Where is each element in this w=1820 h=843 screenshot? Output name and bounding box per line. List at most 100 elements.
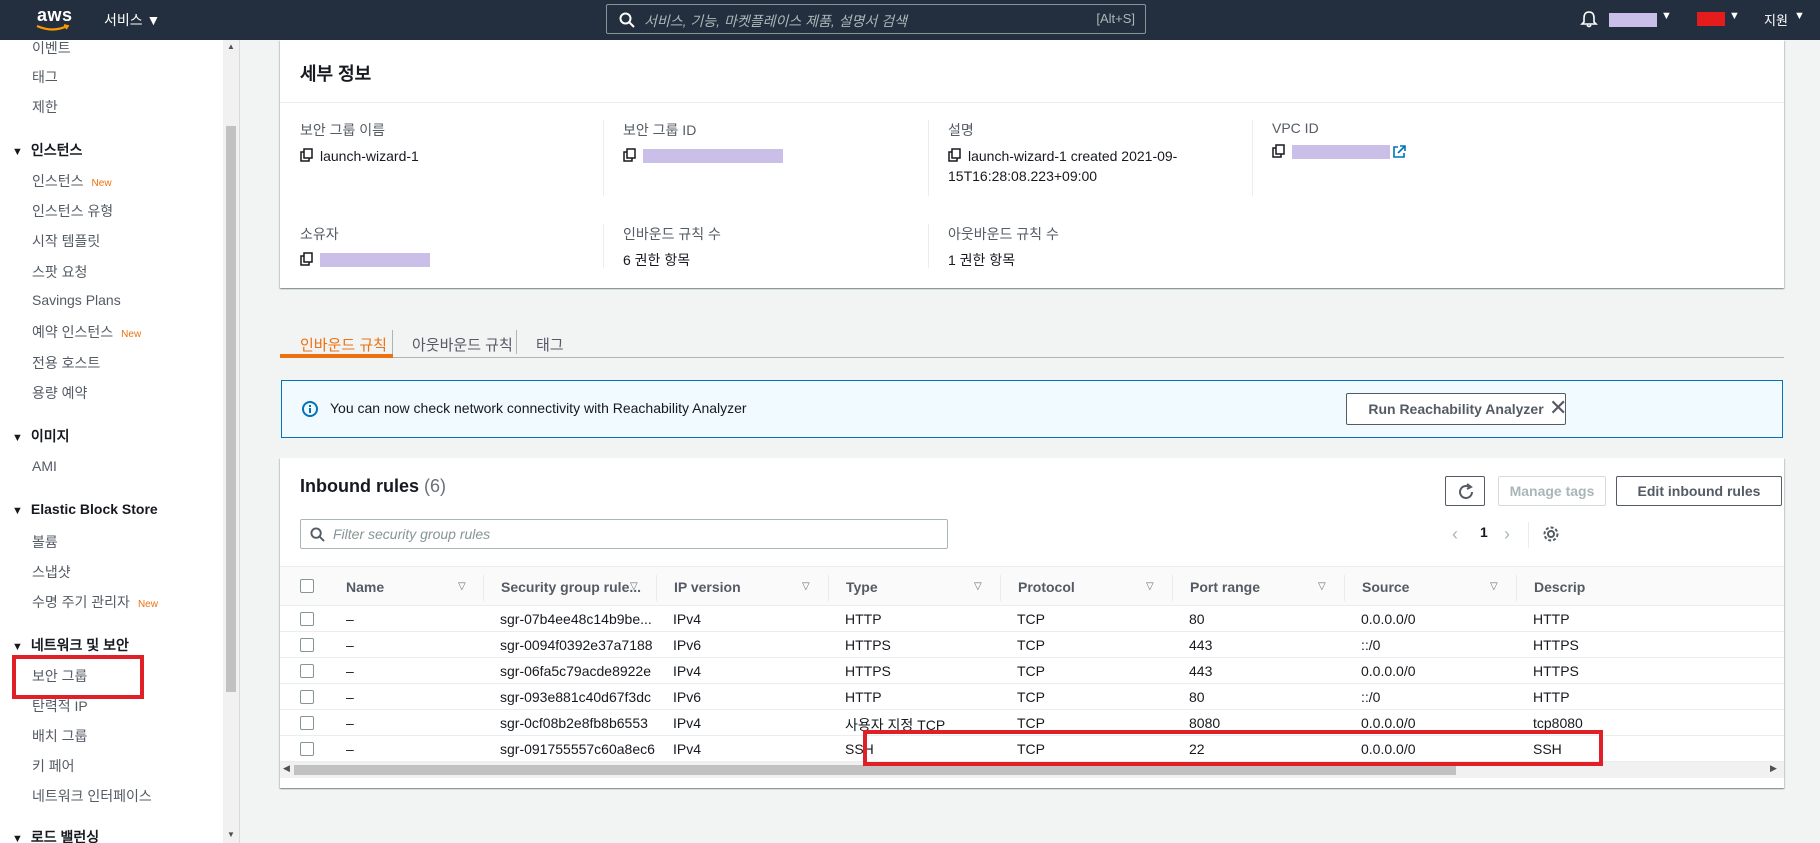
section-label: Elastic Block Store [30, 501, 158, 517]
gear-icon[interactable] [1542, 525, 1560, 543]
row-checkbox[interactable] [300, 664, 314, 678]
cell-rule-id[interactable]: sgr-0094f0392e37a7188 [500, 637, 653, 653]
table-row[interactable]: – sgr-091755557c60a8ec6 IPv4 SSH TCP 22 … [280, 736, 1784, 762]
support-menu[interactable]: 지원 [1764, 10, 1788, 29]
vpc-id-redacted[interactable] [1292, 145, 1390, 159]
sidebar-item-network-interfaces[interactable]: 네트워크 인터페이스 [32, 786, 152, 806]
page-number[interactable]: 1 [1480, 524, 1488, 540]
sidebar-section-network-security[interactable]: ▼ 네트워크 및 보안 [12, 635, 129, 655]
cell-type: HTTPS [845, 637, 891, 653]
column-header-rule-id[interactable]: Security group rule... [501, 579, 641, 595]
column-header-protocol[interactable]: Protocol [1018, 579, 1075, 595]
row-checkbox[interactable] [300, 638, 314, 652]
sidebar-item-launch-templates[interactable]: 시작 템플릿 [32, 231, 100, 251]
chevron-right-icon[interactable]: › [1504, 524, 1510, 545]
chevron-left-icon[interactable]: ‹ [1452, 524, 1458, 545]
sidebar-section-ebs[interactable]: ▼ Elastic Block Store [12, 501, 158, 517]
table-row[interactable]: – sgr-07b4ee48c14b9be... IPv4 HTTP TCP 8… [280, 606, 1784, 632]
row-checkbox[interactable] [300, 716, 314, 730]
sidebar-item-instances[interactable]: 인스턴스 New [32, 171, 112, 191]
scroll-left-arrow-icon[interactable]: ◀ [283, 763, 290, 774]
owner-field: 소유자 [300, 224, 600, 270]
global-search-input[interactable]: 서비스, 기능, 마켓플레이스 제품, 설명서 검색 [Alt+S] [606, 4, 1146, 34]
sort-icon[interactable]: ▽ [1490, 581, 1498, 592]
cell-port-range: 80 [1189, 611, 1205, 627]
sidebar-item-volumes[interactable]: 볼륨 [32, 532, 58, 552]
manage-tags-button[interactable]: Manage tags [1498, 476, 1606, 506]
sidebar-item-spot-requests[interactable]: 스팟 요청 [32, 262, 87, 282]
sidebar-item-lifecycle-manager[interactable]: 수명 주기 관리자 New [32, 592, 158, 612]
sort-icon[interactable]: ▽ [630, 581, 638, 592]
sort-icon[interactable]: ▽ [1318, 581, 1326, 592]
section-label: 네트워크 및 보안 [30, 637, 129, 653]
sidebar-section-load-balancing[interactable]: ▼ 로드 밸런싱 [12, 827, 99, 843]
services-menu[interactable]: 서비스 ▼ [104, 10, 160, 30]
row-checkbox[interactable] [300, 742, 314, 756]
refresh-button[interactable] [1445, 476, 1485, 506]
account-menu-redacted[interactable] [1609, 13, 1657, 27]
outbound-count-value: 1 권한 항목 [948, 252, 1016, 268]
sidebar-item-ami[interactable]: AMI [32, 458, 57, 474]
cell-rule-id[interactable]: sgr-091755557c60a8ec6 [500, 741, 655, 757]
sort-icon[interactable]: ▽ [974, 581, 982, 592]
caret-down-icon: ▼ [12, 833, 23, 843]
sidebar-item-tags[interactable]: 태그 [32, 67, 58, 87]
sidebar-item-capacity-reservations[interactable]: 용량 예약 [32, 383, 87, 403]
sidebar-item-savings-plans[interactable]: Savings Plans [32, 292, 121, 308]
cell-rule-id[interactable]: sgr-093e881c40d67f3dc [500, 689, 651, 705]
close-icon[interactable]: ✕ [1549, 397, 1567, 419]
tab-tags[interactable]: 태그 [536, 334, 564, 355]
sidebar-section-images[interactable]: ▼ 이미지 [12, 426, 70, 446]
scroll-down-arrow-icon[interactable]: ▼ [227, 830, 235, 839]
column-header-ip-version[interactable]: IP version [674, 579, 741, 595]
copy-icon[interactable] [300, 252, 314, 266]
column-header-source[interactable]: Source [1362, 579, 1409, 595]
cell-rule-id[interactable]: sgr-06fa5c79acde8922e [500, 663, 651, 679]
sidebar-item-elastic-ip[interactable]: 탄력적 IP [32, 696, 88, 716]
sort-icon[interactable]: ▽ [802, 581, 810, 592]
column-header-type[interactable]: Type [846, 579, 878, 595]
table-row[interactable]: – sgr-093e881c40d67f3dc IPv6 HTTP TCP 80… [280, 684, 1784, 710]
sidebar-section-instances[interactable]: ▼ 인스턴스 [12, 140, 82, 160]
copy-icon[interactable] [1272, 144, 1286, 158]
external-link-icon[interactable] [1392, 145, 1406, 159]
copy-icon[interactable] [948, 148, 962, 162]
copy-icon[interactable] [300, 148, 314, 162]
table-row[interactable]: – sgr-0094f0392e37a7188 IPv6 HTTPS TCP 4… [280, 632, 1784, 658]
column-header-name[interactable]: Name [346, 579, 384, 595]
cell-rule-id[interactable]: sgr-07b4ee48c14b9be... [500, 611, 652, 627]
title-text: Inbound rules [300, 476, 419, 496]
row-checkbox[interactable] [300, 612, 314, 626]
edit-inbound-rules-button[interactable]: Edit inbound rules [1616, 476, 1782, 506]
divider [828, 575, 829, 601]
sort-icon[interactable]: ▽ [458, 581, 466, 592]
sidebar-scrollbar-thumb[interactable] [226, 126, 236, 692]
aws-logo[interactable]: aws [37, 5, 73, 26]
sidebar-item-events[interactable]: 이벤트 [32, 40, 71, 58]
sidebar-item-limits[interactable]: 제한 [32, 97, 58, 117]
scroll-right-arrow-icon[interactable]: ▶ [1770, 763, 1777, 774]
row-checkbox[interactable] [300, 690, 314, 704]
copy-icon[interactable] [623, 148, 637, 162]
region-menu-redacted[interactable] [1697, 12, 1725, 26]
sidebar-item-dedicated-hosts[interactable]: 전용 호스트 [32, 353, 100, 373]
tab-outbound-rules[interactable]: 아웃바운드 규칙 [412, 334, 513, 355]
cell-rule-id[interactable]: sgr-0cf08b2e8fb8b6553 [500, 715, 648, 731]
column-header-description[interactable]: Descrip [1534, 579, 1585, 595]
table-row[interactable]: – sgr-0cf08b2e8fb8b6553 IPv4 사용자 지정 TCP … [280, 710, 1784, 736]
sidebar-item-placement-groups[interactable]: 배치 그룹 [32, 726, 87, 746]
filter-rules-input[interactable]: Filter security group rules [300, 519, 948, 549]
sidebar-item-key-pairs[interactable]: 키 페어 [32, 756, 75, 776]
run-reachability-analyzer-button[interactable]: Run Reachability Analyzer [1346, 393, 1566, 425]
tab-inbound-rules[interactable]: 인바운드 규칙 [300, 334, 387, 355]
column-header-port-range[interactable]: Port range [1190, 579, 1260, 595]
table-scrollbar-thumb[interactable] [294, 765, 1456, 775]
scroll-up-arrow-icon[interactable]: ▲ [227, 42, 235, 51]
sidebar-item-instance-types[interactable]: 인스턴스 유형 [32, 201, 113, 221]
sort-icon[interactable]: ▽ [1146, 581, 1154, 592]
sidebar-item-snapshots[interactable]: 스냅샷 [32, 562, 71, 582]
notifications-bell-icon[interactable] [1580, 10, 1598, 28]
select-all-checkbox[interactable] [300, 579, 314, 593]
table-row[interactable]: – sgr-06fa5c79acde8922e IPv4 HTTPS TCP 4… [280, 658, 1784, 684]
sidebar-item-reserved-instances[interactable]: 예약 인스턴스 New [32, 322, 141, 342]
